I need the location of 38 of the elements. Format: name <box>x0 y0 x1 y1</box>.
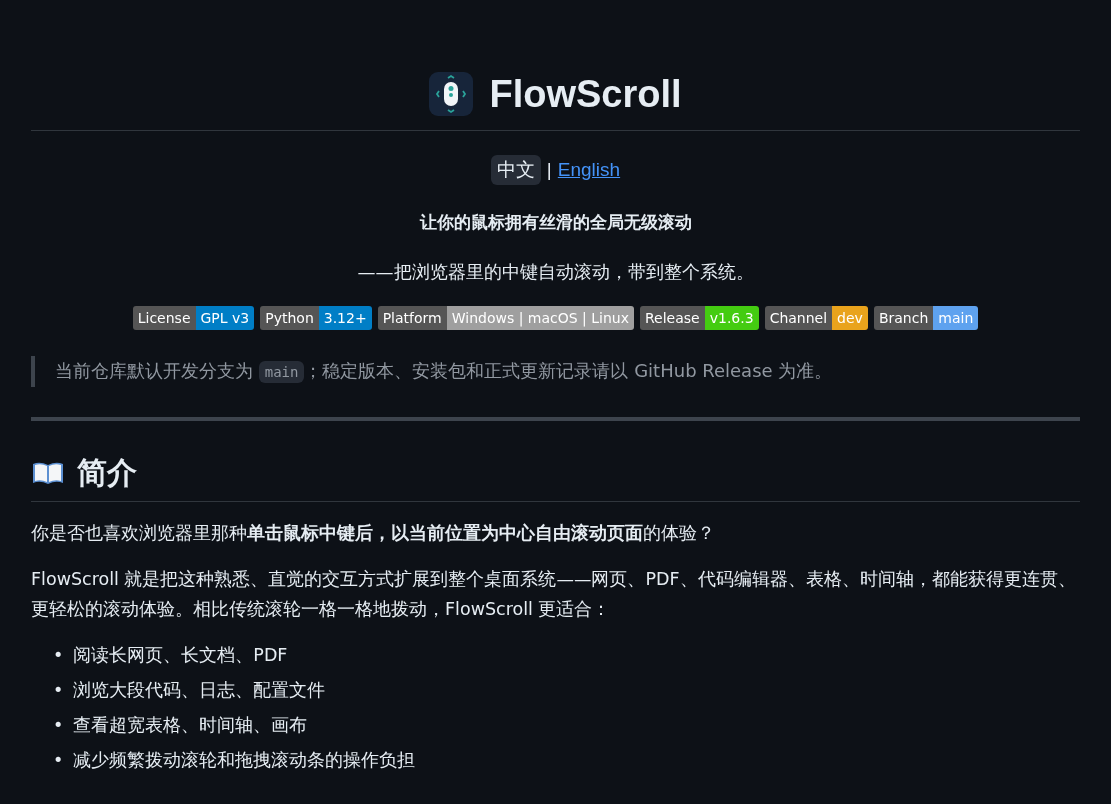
note-text: 当前仓库默认开发分支为 main ；稳定版本、安装包和正式更新记录请以 GitHub Release 为准。 <box>55 359 833 385</box>
list-item: 阅读长网页、长文档、PDF <box>73 644 288 667</box>
badge-value: 3.12+ <box>318 306 372 330</box>
status-badge[interactable]: Python 3.12+ <box>260 306 372 330</box>
page-title: FlowScroll <box>489 72 682 117</box>
paragraph: FlowScroll 就是把这种熟悉、直觉的交互方式扩展到整个桌面系统——网页、PDF、代码编辑器、表格、时间轴，都能获得更连贯、更轻松的滚动体验。相比传统滚轮一格一格地拨动，FlowScroll 更适合： <box>31 568 1077 621</box>
badge-value: GPL v3 <box>195 306 255 330</box>
bullet: • <box>53 749 64 772</box>
badge-label: Platform <box>377 306 447 330</box>
badge-label: Release <box>640 306 705 330</box>
badge-value: main <box>933 306 979 330</box>
badge-value: v1.6.3 <box>704 306 759 330</box>
language-link[interactable]: English <box>557 159 621 181</box>
open-book-icon <box>31 460 65 486</box>
badge-label: Channel <box>764 306 833 330</box>
app-logo-icon <box>429 72 474 116</box>
status-badge[interactable]: Platform Windows | macOS | Linux <box>377 306 634 330</box>
status-badge[interactable]: Branch main <box>873 306 979 330</box>
status-badge[interactable]: Channel dev <box>764 306 868 330</box>
language-link[interactable]: 中文 <box>490 155 541 185</box>
badge-value: Windows | macOS | Linux <box>446 306 634 330</box>
list-item: 浏览大段代码、日志、配置文件 <box>73 679 326 702</box>
section-heading: 简介 <box>77 454 137 492</box>
tagline: 让你的鼠标拥有丝滑的全局无级滚动 <box>418 211 693 234</box>
bullet: • <box>53 714 64 737</box>
status-badge[interactable]: Release v1.6.3 <box>640 306 759 330</box>
language-separator: | <box>546 159 552 181</box>
subtitle: ——把浏览器里的中键自动滚动，带到整个系统。 <box>356 260 755 284</box>
bullet: • <box>53 679 64 702</box>
list-item: 减少频繁拨动滚轮和拖拽滚动条的操作负担 <box>73 749 416 772</box>
badge-label: Branch <box>873 306 934 330</box>
badge-value: dev <box>832 306 868 330</box>
badge-label: License <box>132 306 196 330</box>
list-item: 查看超宽表格、时间轴、画布 <box>73 714 308 737</box>
paragraph: 你是否也喜欢浏览器里那种单击鼠标中键后，以当前位置为中心自由滚动页面的体验？ <box>31 522 716 545</box>
badge-label: Python <box>260 306 319 330</box>
bullet: • <box>53 644 64 667</box>
status-badge[interactable]: License GPL v3 <box>132 306 255 330</box>
